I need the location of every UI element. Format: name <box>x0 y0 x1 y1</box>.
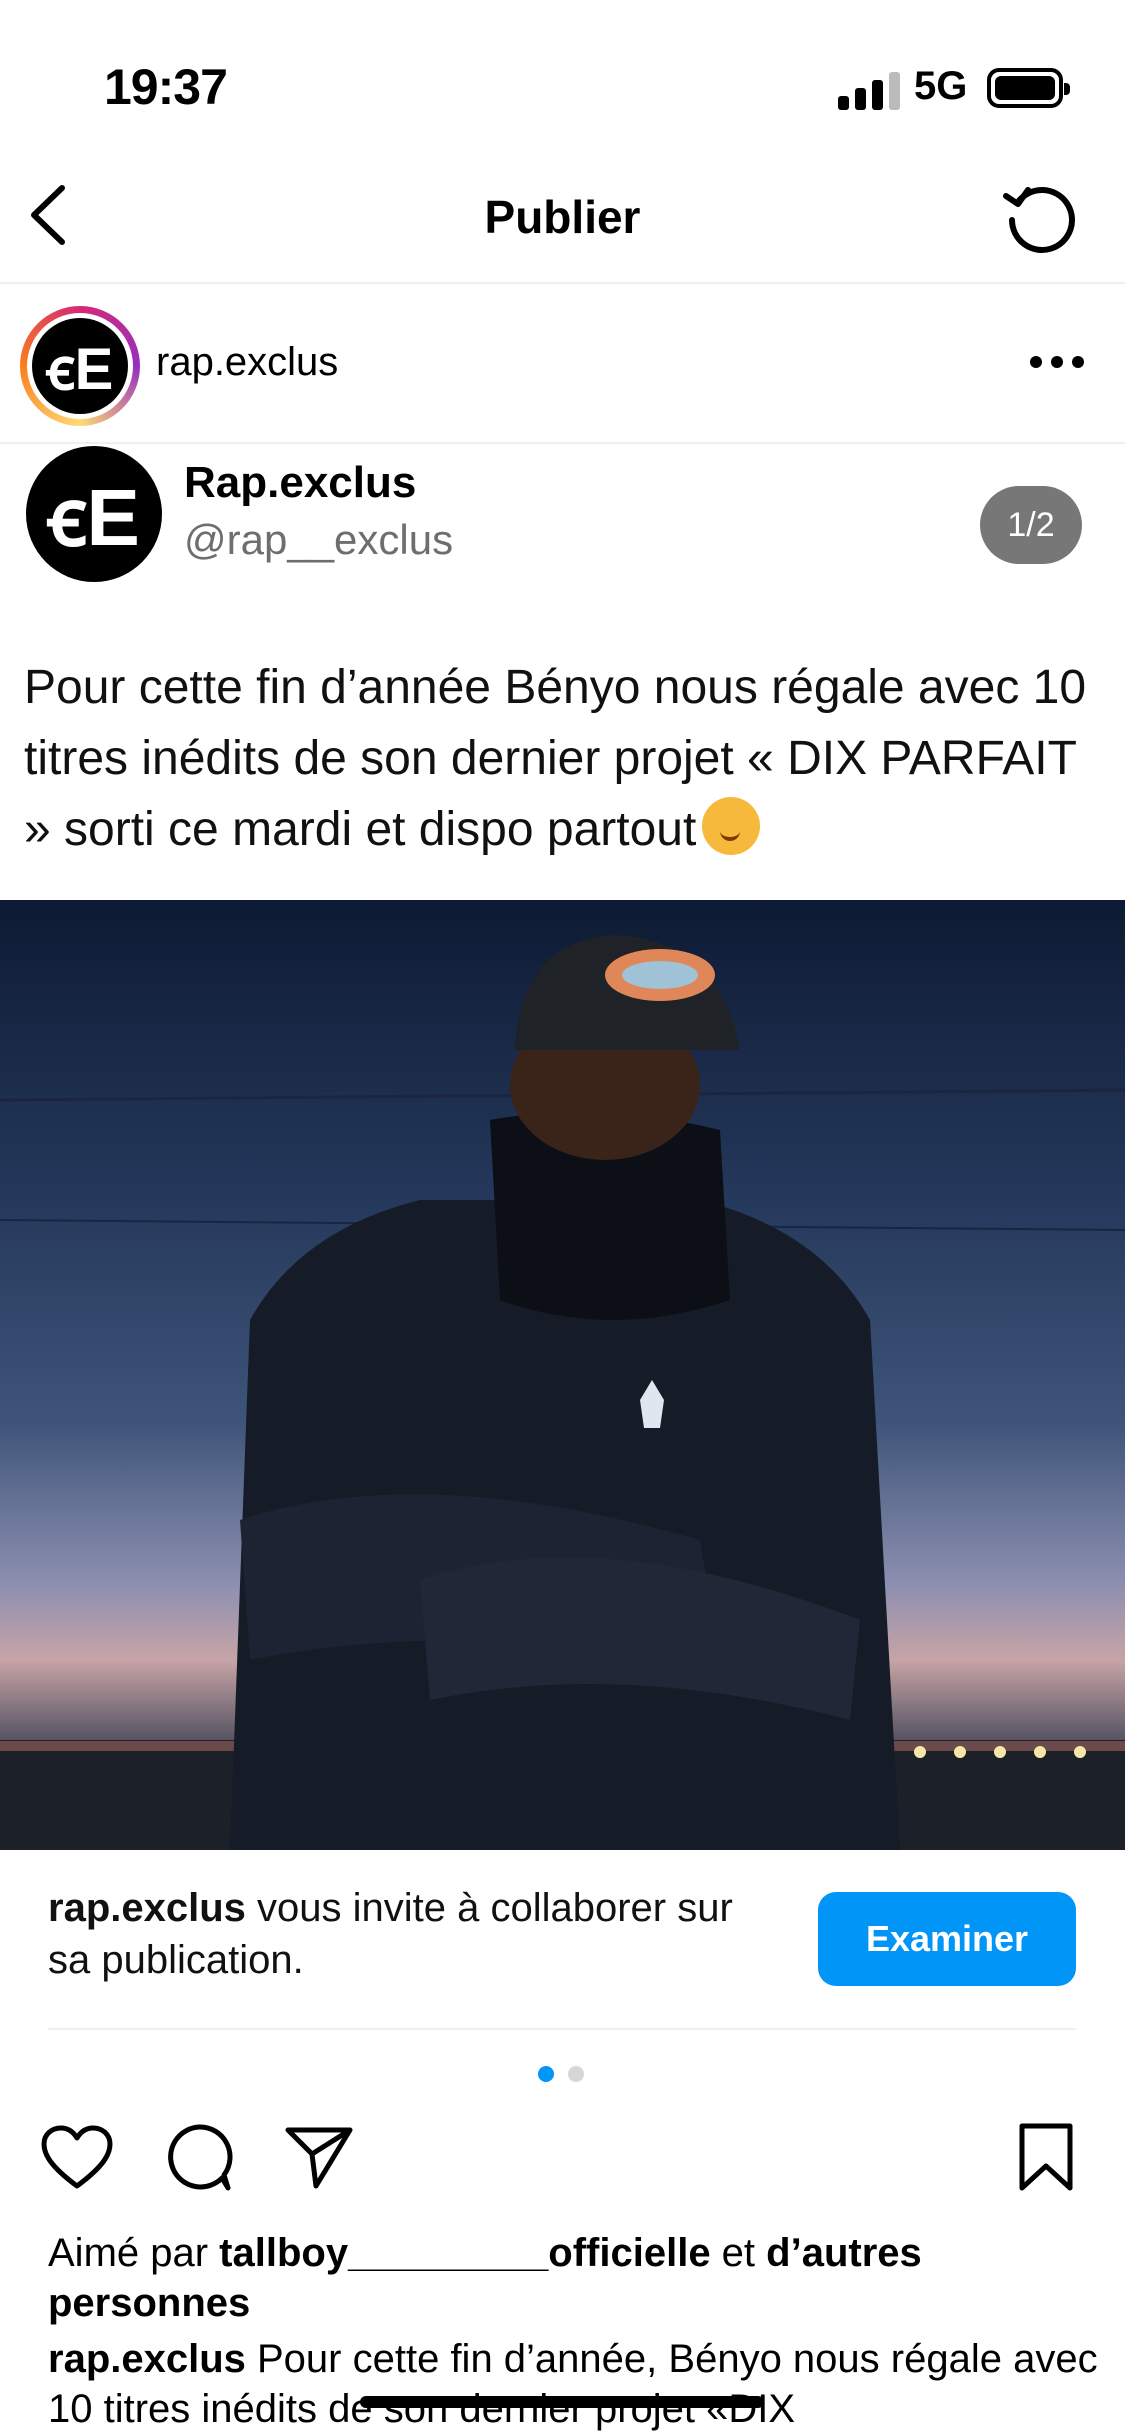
share-icon[interactable] <box>284 2124 354 2190</box>
bookmark-icon[interactable] <box>1018 2122 1074 2192</box>
tweet-text-body: Pour cette fin d’année Bényo nous régale… <box>24 661 1087 856</box>
likes-prefix: Aimé par <box>48 2231 220 2275</box>
partying-face-emoji-icon <box>702 797 761 855</box>
photo-illustration <box>0 935 1125 1850</box>
like-heart-icon[interactable] <box>40 2124 114 2190</box>
likes-text: Aimé par tallboy_________officielle et d… <box>48 2228 1088 2328</box>
post-caption: rap.exclus Pour cette fin d’année, Bényo… <box>48 2334 1108 2434</box>
tweet-text: Pour cette fin d’année Bényo nous régale… <box>24 652 1104 865</box>
carousel-page-badge: 1/2 <box>980 486 1082 564</box>
post-photo[interactable] <box>0 900 1125 1850</box>
battery-icon <box>987 68 1070 108</box>
home-indicator <box>360 2396 764 2408</box>
more-options-icon[interactable] <box>1030 356 1084 370</box>
liked-by-user[interactable]: tallboy_________officielle <box>219 2231 710 2275</box>
account-divider <box>0 442 1125 444</box>
likes-middle: et <box>710 2231 767 2275</box>
page-title: Publier <box>484 191 641 243</box>
caption-user[interactable]: rap.exclus <box>48 2337 246 2381</box>
tweet-author-handle: @rap__exclus <box>184 516 454 563</box>
status-time: 19:37 <box>104 59 228 115</box>
examine-button[interactable]: Examiner <box>818 1892 1076 1986</box>
carousel-dot-active <box>538 2066 554 2082</box>
comment-icon[interactable] <box>164 2122 234 2192</box>
network-label: 5G <box>914 64 968 108</box>
account-avatar[interactable]: ꞓE <box>20 306 140 426</box>
tweet-avatar: ꞓE <box>26 446 162 582</box>
carousel-dot <box>568 2066 584 2082</box>
tweet-author-name: Rap.exclus <box>184 458 417 507</box>
collab-user[interactable]: rap.exclus <box>48 1886 246 1930</box>
collab-divider <box>48 2028 1076 2030</box>
undo-icon[interactable] <box>1000 176 1080 256</box>
signal-icon <box>838 72 900 110</box>
avatar-logo: ꞓE <box>32 318 128 414</box>
account-username[interactable]: rap.exclus <box>156 340 338 385</box>
header-divider <box>0 282 1125 284</box>
collab-invite-text: rap.exclus vous invite à collaborer sur … <box>48 1882 748 1986</box>
